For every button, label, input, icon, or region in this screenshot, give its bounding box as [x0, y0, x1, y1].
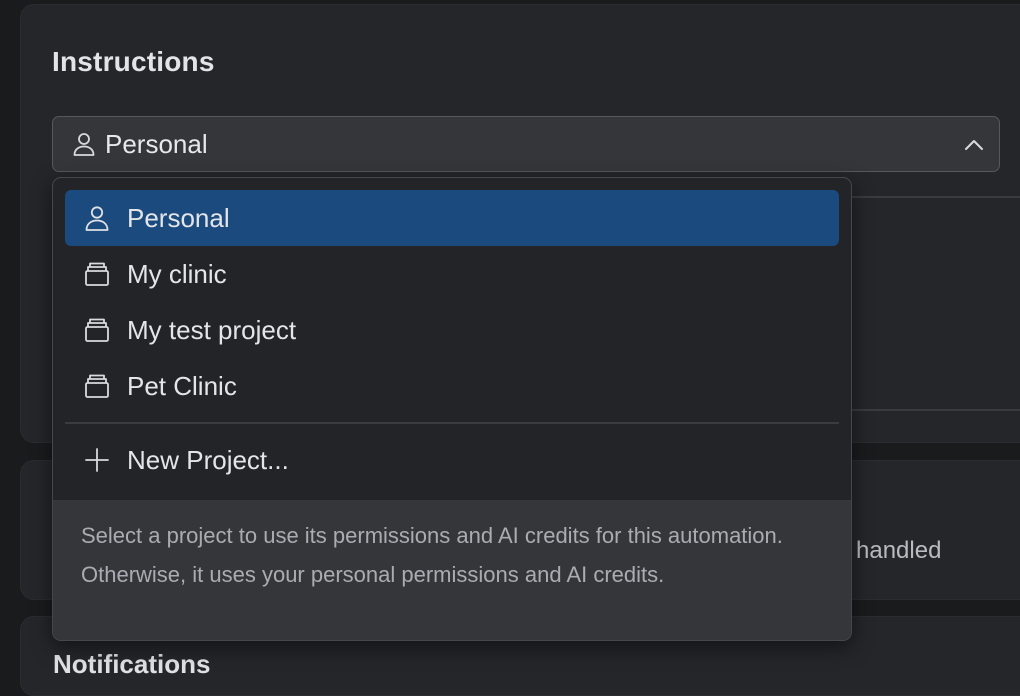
notifications-title: Notifications [53, 649, 211, 679]
dropdown-help-footer: Select a project to use its permissions … [53, 500, 851, 640]
option-label: My clinic [127, 258, 227, 289]
option-my-test-project[interactable]: My test project [65, 302, 839, 358]
person-icon [71, 131, 97, 157]
background-content-lines [851, 196, 1020, 411]
project-icon [83, 372, 111, 400]
new-project-button[interactable]: New Project... [65, 432, 839, 488]
option-label: My test project [127, 314, 297, 345]
project-dropdown-menu: Personal My clinic My test project Pet C… [52, 177, 852, 641]
project-icon [83, 260, 111, 288]
project-icon [83, 316, 111, 344]
option-personal[interactable]: Personal [65, 190, 839, 246]
dropdown-help-text: Select a project to use its permissions … [81, 523, 783, 587]
new-project-label: New Project... [127, 444, 289, 475]
menu-divider [65, 422, 839, 424]
project-select-value: Personal [105, 128, 208, 159]
chevron-up-icon [963, 135, 985, 155]
section-title: Instructions [52, 46, 215, 77]
option-my-clinic[interactable]: My clinic [65, 246, 839, 302]
project-select[interactable]: Personal [52, 116, 1000, 172]
option-pet-clinic[interactable]: Pet Clinic [65, 358, 839, 414]
option-label: Pet Clinic [127, 370, 237, 401]
option-label: Personal [127, 202, 230, 233]
plus-icon [83, 446, 111, 474]
person-icon [83, 204, 111, 232]
background-partial-text: handled [856, 537, 942, 564]
